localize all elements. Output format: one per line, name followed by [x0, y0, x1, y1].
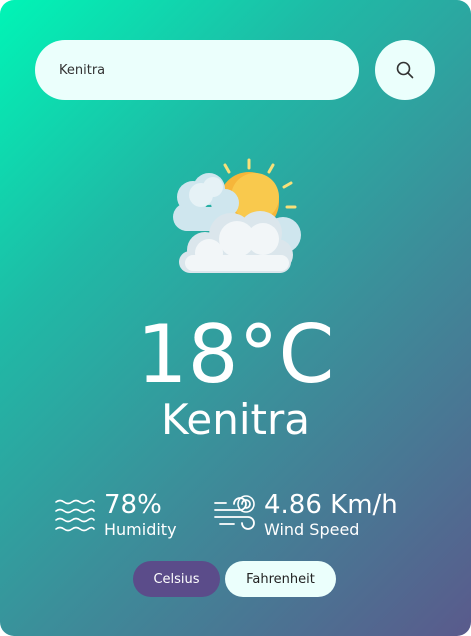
wind-stat: 4.86 Km/h Wind Speed	[212, 490, 398, 540]
search-box[interactable]	[35, 40, 359, 100]
wind-icon	[214, 495, 255, 530]
search-button[interactable]	[375, 40, 435, 100]
partly-cloudy-sun-icon	[173, 158, 301, 273]
city-search-input[interactable]	[59, 62, 335, 78]
wind-speed-label: Wind Speed	[264, 520, 360, 539]
humidity-stat: 78% Humidity	[52, 490, 177, 540]
water-waves-icon	[55, 499, 95, 532]
wind-speed-value: 4.86 Km/h	[264, 490, 398, 520]
city-name: Kenitra	[160, 395, 311, 444]
temperature: 18°C	[136, 308, 335, 401]
humidity-label: Humidity	[104, 520, 177, 539]
weather-card: 18°C Kenitra 78% Humidity	[0, 0, 471, 636]
celsius-button[interactable]: Celsius	[133, 561, 220, 597]
humidity-value: 78%	[104, 490, 162, 520]
fahrenheit-button[interactable]: Fahrenheit	[225, 561, 336, 597]
search-icon	[396, 61, 414, 79]
